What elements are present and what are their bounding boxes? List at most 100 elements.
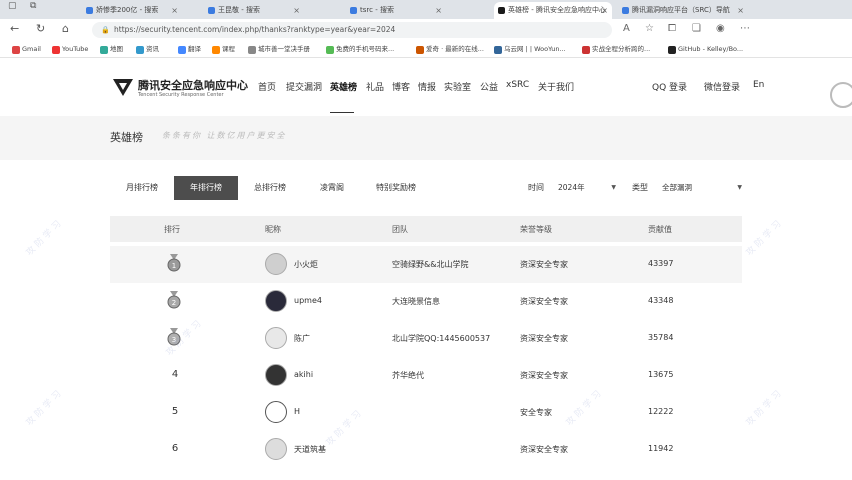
- table-header: 排行 昵称 团队 荣誉等级 贡献值: [110, 216, 742, 242]
- avatar[interactable]: [265, 290, 287, 312]
- bookmark-item[interactable]: Gmail: [12, 43, 41, 56]
- nickname[interactable]: upme4: [294, 296, 322, 305]
- score: 43348: [648, 296, 674, 305]
- col-team: 团队: [392, 225, 408, 234]
- avatar[interactable]: [265, 253, 287, 275]
- tab-label: tsrc - 搜索: [360, 6, 394, 14]
- home-icon[interactable]: ⌂: [62, 22, 69, 35]
- score: 11942: [648, 444, 674, 453]
- browser-tab[interactable]: 娇惨季200亿 - 搜索 ×: [82, 2, 182, 19]
- address-bar[interactable]: 🔒 https://security.tencent.com/index.php/…: [92, 22, 612, 38]
- tab-special-reward[interactable]: 特别奖励榜: [364, 176, 428, 200]
- nickname[interactable]: akihi: [294, 370, 313, 379]
- bookmark-item[interactable]: 地图: [100, 43, 123, 56]
- tab-actions-icon[interactable]: ⧉: [30, 1, 36, 11]
- avatar[interactable]: [265, 401, 287, 423]
- bookmark-item[interactable]: GitHub - Kelley/Bo...: [668, 43, 743, 56]
- browser-tab[interactable]: tsrc - 搜索 ×: [346, 2, 446, 19]
- back-icon[interactable]: ←: [10, 22, 19, 35]
- logo-title[interactable]: 腾讯安全应急响应中心: [138, 77, 248, 93]
- table-row[interactable]: 3 陈广 北山学院QQ:1445600537 资深安全专家 35784: [110, 320, 742, 357]
- read-aloud-icon[interactable]: A: [623, 23, 630, 34]
- browser-tab[interactable]: 腾讯漏洞响应平台（SRC）导航 ×: [618, 2, 748, 19]
- nav-lab[interactable]: 实验室: [444, 80, 471, 93]
- tab-overall[interactable]: 总排行榜: [240, 176, 300, 200]
- nav-intel[interactable]: 情报: [418, 80, 436, 93]
- collections-icon[interactable]: ❏: [692, 23, 701, 34]
- close-icon[interactable]: ×: [435, 2, 442, 19]
- nickname[interactable]: 天道筑基: [294, 444, 326, 455]
- nav-gifts[interactable]: 礼品: [366, 80, 384, 93]
- bookmark-item[interactable]: 免费的手机号码来...: [326, 43, 394, 56]
- score: 12222: [648, 407, 674, 416]
- type-select[interactable]: 全部漏洞 ▼: [662, 180, 742, 196]
- medal-rank: 3: [172, 336, 176, 344]
- window-menu-icon[interactable]: ▢: [8, 1, 17, 11]
- bookmark-label: 免费的手机号码来...: [336, 45, 395, 53]
- level: 资深安全专家: [520, 371, 568, 380]
- nickname[interactable]: H: [294, 407, 300, 416]
- nav-about[interactable]: 关于我们: [538, 80, 574, 93]
- browser-tab-active[interactable]: 英雄榜 - 腾讯安全应急响应中心 ×: [494, 2, 612, 19]
- profile-icon[interactable]: ◉: [716, 23, 725, 34]
- bookmark-label: 实战全程分析跨的...: [592, 45, 651, 53]
- bookmark-item[interactable]: 翻译: [178, 43, 201, 56]
- tab-lingxiao[interactable]: 凌霄阁: [302, 176, 362, 200]
- page-title: 英雄榜: [110, 131, 143, 144]
- qq-login-link[interactable]: QQ 登录: [652, 80, 687, 93]
- bookmark-item[interactable]: 城市善一堂决手册: [248, 43, 310, 56]
- tab-yearly[interactable]: 年排行榜: [174, 176, 238, 200]
- bookmark-item[interactable]: 资讯: [136, 43, 159, 56]
- nickname[interactable]: 陈广: [294, 333, 310, 344]
- col-nickname: 昵称: [265, 225, 281, 234]
- table-row[interactable]: 2 upme4 大连晓景信息 资深安全专家 43348: [110, 283, 742, 320]
- nav-charity[interactable]: 公益: [480, 80, 498, 93]
- avatar[interactable]: [265, 364, 287, 386]
- level: 资深安全专家: [520, 334, 568, 343]
- bookmark-item[interactable]: 实战全程分析跨的...: [582, 43, 650, 56]
- table-row[interactable]: 1 小火炬 空骑绿野&&北山学院 资深安全专家 43397: [110, 246, 742, 283]
- reload-icon[interactable]: ↻: [36, 22, 45, 35]
- col-level: 荣誉等级: [520, 225, 552, 234]
- tab-favicon-icon: [86, 7, 93, 14]
- tab-label: 腾讯漏洞响应平台（SRC）导航: [632, 6, 730, 14]
- close-icon[interactable]: ×: [737, 2, 744, 19]
- bookmark-item[interactable]: 乌云网 | | WooYun...: [494, 43, 566, 56]
- bookmark-item[interactable]: 课程: [212, 43, 235, 56]
- tsrc-logo-icon[interactable]: [112, 76, 134, 98]
- nav-xsrc[interactable]: xSRC: [506, 80, 529, 90]
- site-badge-icon[interactable]: [830, 82, 852, 108]
- close-icon[interactable]: ×: [293, 2, 300, 19]
- table-row[interactable]: 6 天道筑基 资深安全专家 11942: [110, 431, 742, 468]
- medal-rank: 2: [172, 299, 176, 307]
- tab-label: 娇惨季200亿 - 搜索: [96, 6, 159, 14]
- wechat-login-link[interactable]: 微信登录: [704, 80, 740, 93]
- close-icon[interactable]: ×: [171, 2, 178, 19]
- nav-hero-board[interactable]: 英雄榜: [330, 80, 357, 93]
- bookmark-item[interactable]: YouTube: [52, 43, 88, 56]
- team: 北山学院QQ:1445600537: [392, 334, 491, 343]
- nav-home[interactable]: 首页: [258, 80, 276, 93]
- browser-tab-strip: 娇惨季200亿 - 搜索 × 王昆敬 - 搜索 × tsrc - 搜索 × 英雄榜 -…: [0, 0, 852, 19]
- score: 13675: [648, 370, 674, 379]
- table-row[interactable]: 4 akihi 芥华绝代 资深安全专家 13675: [110, 357, 742, 394]
- favorite-star-icon[interactable]: ☆: [645, 23, 654, 34]
- browser-tab[interactable]: 王昆敬 - 搜索 ×: [204, 2, 304, 19]
- nav-submit-vuln[interactable]: 提交漏洞: [286, 80, 322, 93]
- menu-icon[interactable]: ⋯: [740, 23, 750, 34]
- bronze-medal-icon: 3: [167, 328, 181, 346]
- level: 安全专家: [520, 408, 552, 417]
- language-switch[interactable]: En: [753, 80, 764, 90]
- extensions-icon[interactable]: ⧠: [668, 23, 676, 34]
- bookmark-item[interactable]: 爱奇 · 最新的在线...: [416, 43, 484, 56]
- time-select[interactable]: 2024年 ▼: [558, 180, 616, 196]
- avatar[interactable]: [265, 327, 287, 349]
- tab-monthly[interactable]: 月排行榜: [112, 176, 172, 200]
- table-row[interactable]: 5 H 安全专家 12222: [110, 394, 742, 431]
- lock-icon: 🔒: [101, 26, 110, 34]
- close-icon[interactable]: ×: [601, 2, 608, 19]
- nickname[interactable]: 小火炬: [294, 259, 318, 270]
- nav-blog[interactable]: 博客: [392, 80, 410, 93]
- avatar[interactable]: [265, 438, 287, 460]
- browser-toolbar: ← ↻ ⌂ 🔒 https://security.tencent.com/inde…: [0, 19, 852, 41]
